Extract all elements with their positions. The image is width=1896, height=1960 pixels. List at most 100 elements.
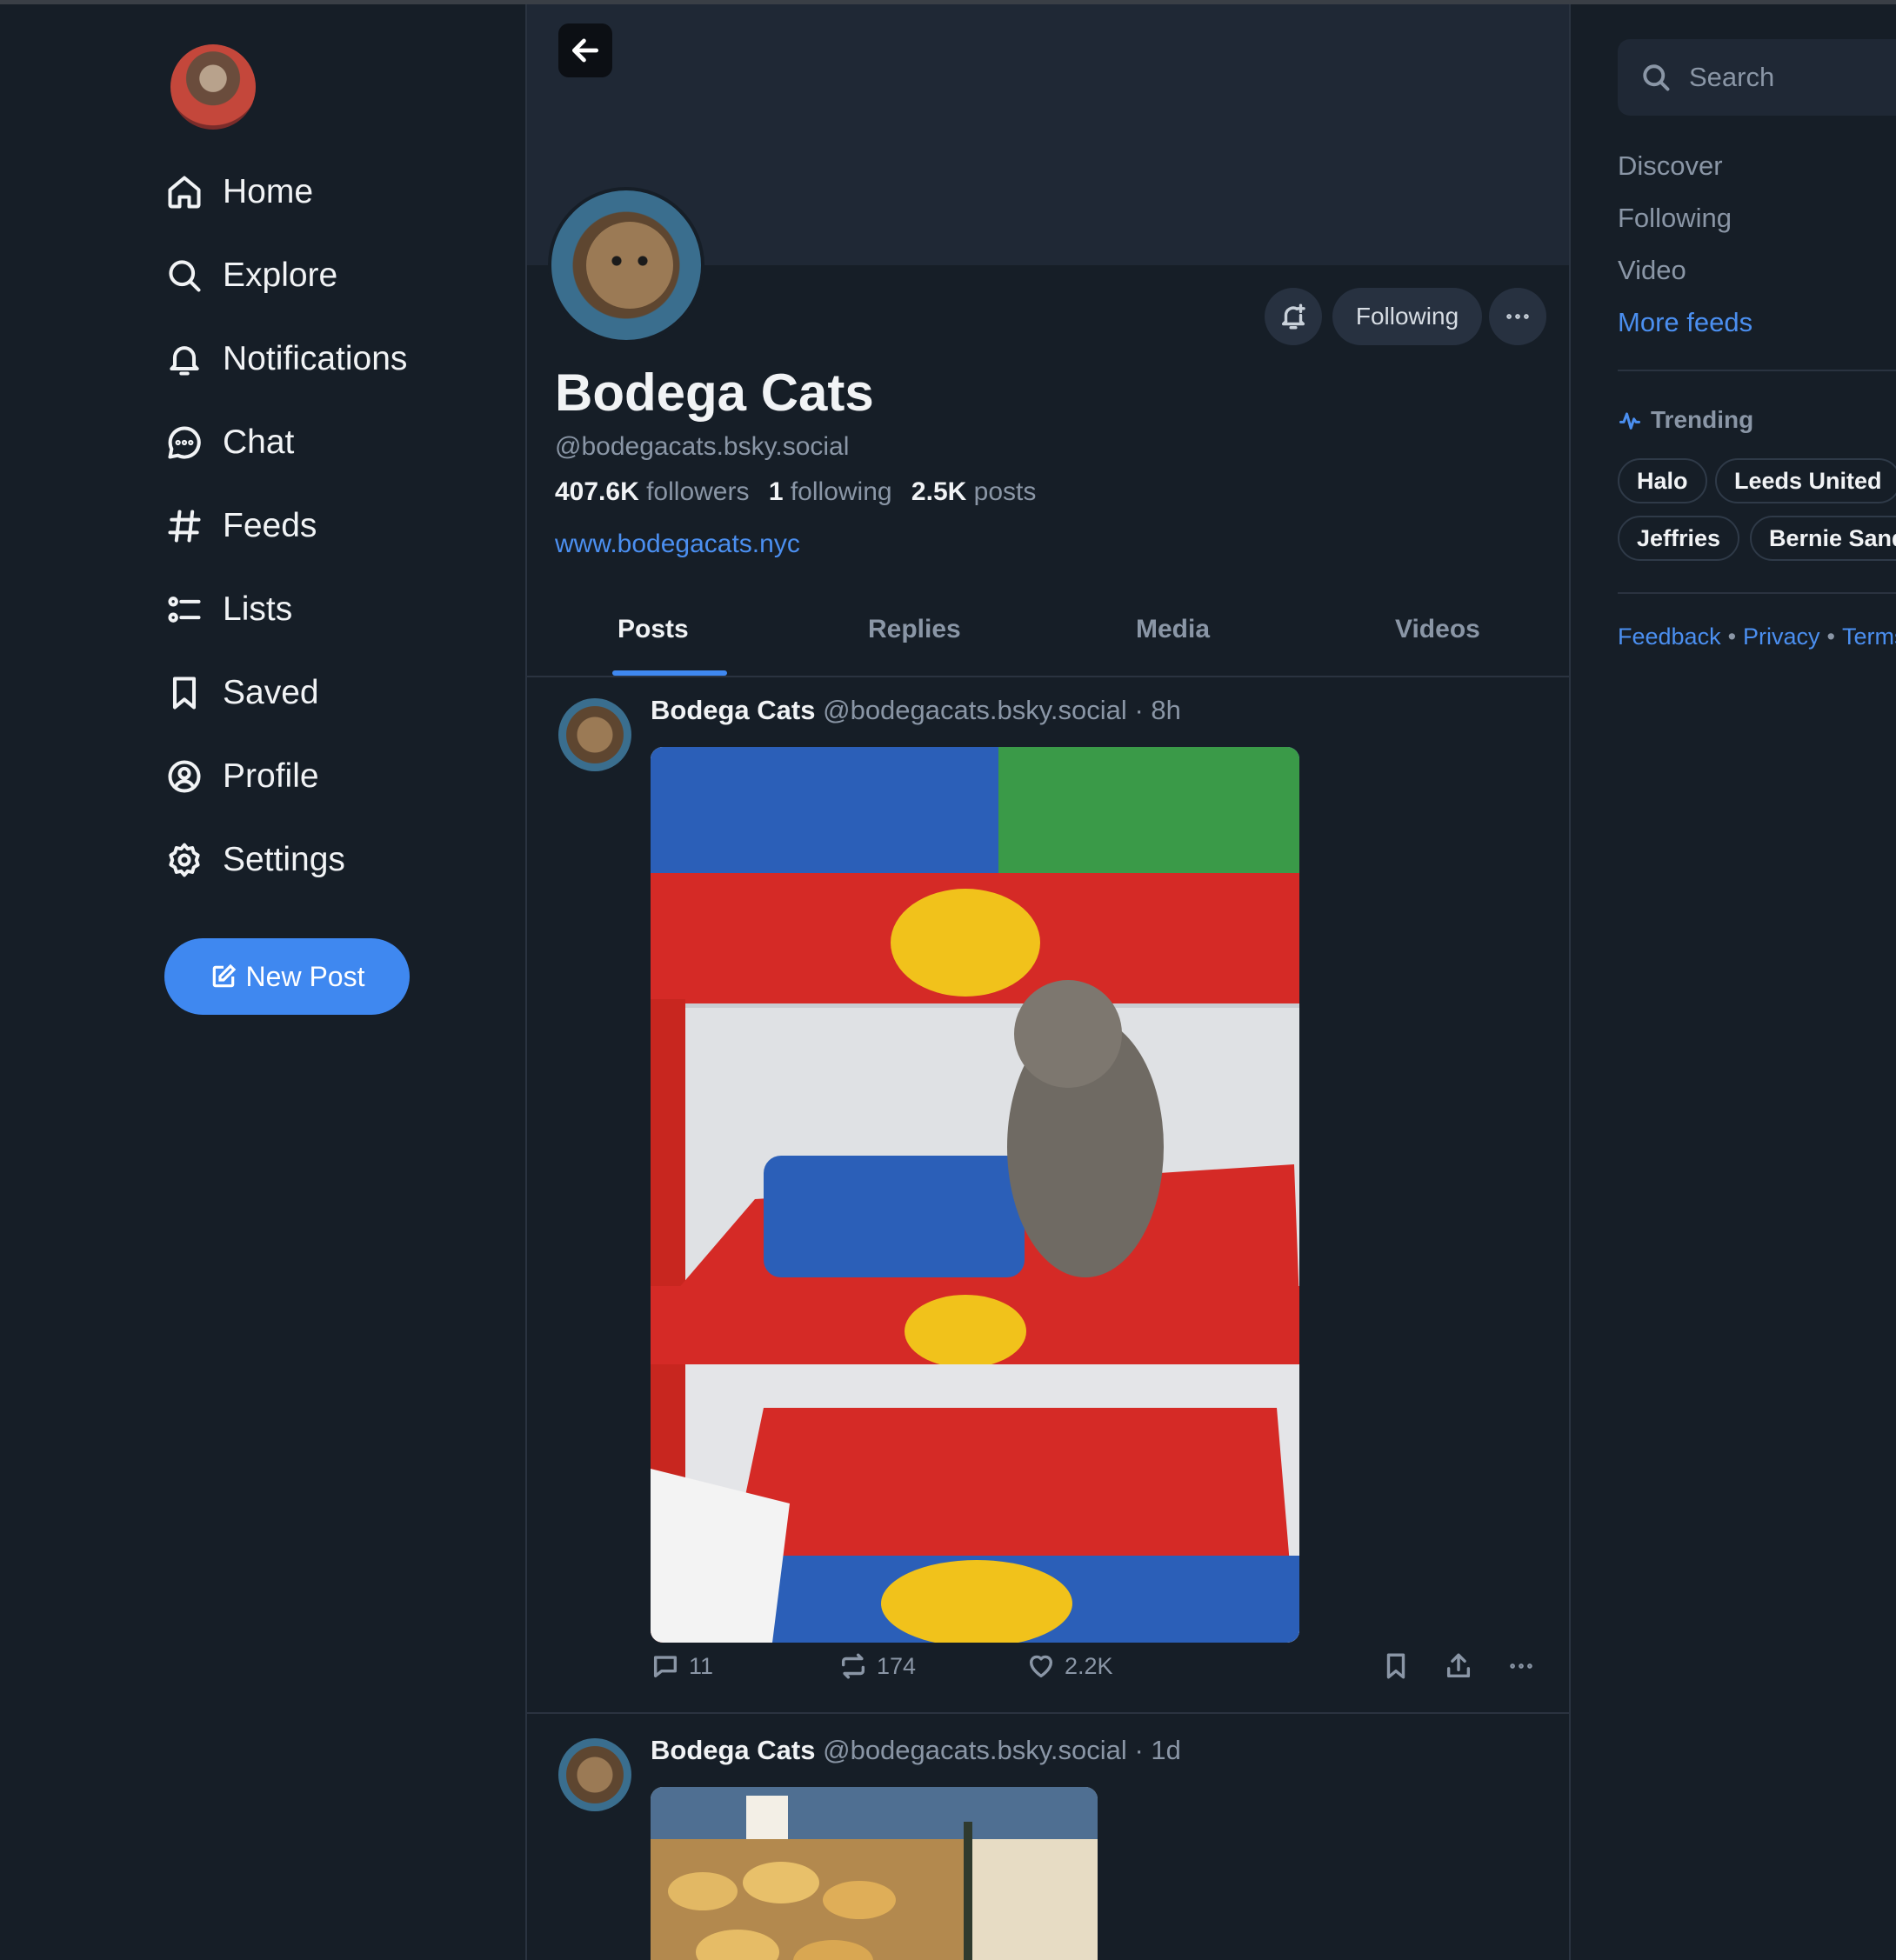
sidebar-item-label: Home — [223, 173, 314, 210]
current-user-avatar[interactable] — [170, 44, 256, 130]
post-more-button[interactable] — [1506, 1651, 1545, 1681]
post-author[interactable]: Bodega Cats — [651, 1735, 815, 1765]
search-icon — [1643, 64, 1670, 91]
tab-posts[interactable]: Posts — [618, 615, 689, 644]
list-icon — [168, 597, 201, 623]
sidebar-item-label: Feeds — [223, 507, 317, 544]
profile-more-button[interactable] — [1489, 288, 1546, 345]
following-button[interactable]: Following — [1332, 288, 1482, 345]
post-divider — [527, 1712, 1569, 1714]
arrow-left-icon — [571, 38, 599, 63]
more-feeds-link[interactable]: More feeds — [1618, 307, 1752, 338]
bell-plus-icon — [1281, 303, 1305, 330]
feed-link-following[interactable]: Following — [1618, 203, 1732, 234]
sidebar-item-saved[interactable]: Saved — [165, 663, 319, 723]
back-button[interactable] — [558, 23, 612, 77]
sidebar-item-feeds[interactable]: Feeds — [165, 496, 317, 557]
search-input[interactable]: Search — [1618, 39, 1896, 116]
sidebar-item-lists[interactable]: Lists — [165, 579, 292, 640]
new-post-button[interactable]: New Post — [164, 938, 410, 1015]
left-sidebar: Home Explore Notifications Chat Feeds Li… — [0, 4, 525, 1960]
feed-link-video[interactable]: Video — [1618, 255, 1686, 286]
sidebar-item-label: Notifications — [223, 340, 408, 377]
tab-replies[interactable]: Replies — [868, 615, 961, 644]
bookmark-icon — [172, 677, 197, 710]
share-button[interactable] — [1444, 1651, 1482, 1681]
sidebar-item-label: Settings — [223, 841, 345, 878]
cat-on-bread-shelf-image — [651, 747, 1299, 1643]
repost-count: 174 — [877, 1652, 917, 1679]
trending-topic[interactable]: Bernie Sanders — [1750, 516, 1896, 561]
reply-icon — [653, 1656, 678, 1678]
profile-name: Bodega Cats — [555, 363, 874, 422]
followers-stat[interactable]: 407.6K followers — [555, 477, 749, 506]
post-header: Bodega Cats @bodegacats.bsky.social · 1d — [651, 1735, 1181, 1766]
repost-button[interactable]: 174 — [838, 1651, 916, 1681]
home-icon — [168, 176, 201, 209]
search-placeholder: Search — [1689, 62, 1775, 92]
sidebar-item-profile[interactable]: Profile — [165, 746, 319, 807]
post-avatar[interactable] — [558, 698, 631, 771]
sidebar-item-chat[interactable]: Chat — [165, 412, 294, 473]
new-post-label: New Post — [245, 960, 365, 992]
profile-stats: 407.6K followers 1 following 2.5K posts — [555, 477, 1036, 507]
tab-media[interactable]: Media — [1136, 615, 1210, 644]
posts-stat: 2.5K posts — [911, 477, 1037, 506]
profile-tabs: Posts Replies Media Videos — [527, 590, 1569, 677]
like-button[interactable]: 2.2K — [1026, 1651, 1113, 1681]
post-author[interactable]: Bodega Cats — [651, 695, 815, 725]
right-sidebar: Search Discover Following Video More fee… — [1571, 4, 1896, 1960]
compose-icon — [212, 963, 236, 988]
notify-subscribe-button[interactable] — [1265, 288, 1322, 345]
search-icon — [169, 260, 201, 292]
post-actions: 11 174 2.2K — [651, 1651, 1555, 1695]
trending-icon — [1619, 412, 1641, 430]
post-header: Bodega Cats @bodegacats.bsky.social · 8h — [651, 695, 1181, 726]
post-image[interactable] — [651, 747, 1299, 1643]
gear-icon — [169, 843, 200, 877]
post-handle[interactable]: @bodegacats.bsky.social — [823, 695, 1127, 725]
sidebar-item-notifications[interactable]: Notifications — [165, 329, 407, 390]
more-horizontal-icon — [1510, 1663, 1532, 1669]
feed-link-discover[interactable]: Discover — [1618, 150, 1723, 182]
footer-links: Feedback•Privacy•Terms — [1618, 623, 1896, 650]
tab-videos[interactable]: Videos — [1395, 615, 1480, 644]
hash-icon — [168, 510, 201, 543]
post-time: · 8h — [1134, 695, 1181, 725]
reply-button[interactable]: 11 — [651, 1651, 713, 1681]
repost-icon — [841, 1653, 865, 1679]
avatar-photo — [586, 222, 673, 309]
profile-column: Following Bodega Cats @bodegacats.bsky.s… — [525, 4, 1571, 1960]
feedback-link[interactable]: Feedback — [1618, 623, 1721, 650]
sidebar-item-label: Explore — [223, 257, 338, 294]
post-time: · 1d — [1134, 1735, 1181, 1765]
reply-count: 11 — [689, 1652, 714, 1679]
privacy-link[interactable]: Privacy — [1743, 623, 1820, 650]
post-handle[interactable]: @bodegacats.bsky.social — [823, 1735, 1127, 1765]
trending-topic[interactable]: Leeds United — [1715, 458, 1896, 503]
share-icon — [1446, 1653, 1471, 1678]
post-avatar[interactable] — [558, 1738, 631, 1811]
active-tab-indicator — [612, 670, 727, 676]
bell-icon — [170, 346, 199, 376]
sidebar-item-label: Saved — [223, 674, 319, 711]
user-circle-icon — [168, 760, 201, 793]
following-stat[interactable]: 1 following — [769, 477, 892, 506]
sidebar-item-home[interactable]: Home — [165, 162, 313, 223]
right-divider — [1618, 592, 1896, 594]
profile-avatar[interactable] — [548, 187, 704, 343]
trending-topic[interactable]: Jeffries — [1618, 516, 1740, 561]
bookmark-icon — [1386, 1653, 1405, 1679]
like-count: 2.2K — [1065, 1652, 1113, 1679]
right-divider — [1618, 370, 1896, 371]
profile-website-link[interactable]: www.bodegacats.nyc — [555, 530, 800, 559]
sidebar-item-settings[interactable]: Settings — [165, 830, 345, 890]
profile-handle: @bodegacats.bsky.social — [555, 432, 850, 461]
post-image[interactable] — [651, 1787, 1098, 1960]
trending-topic[interactable]: Halo — [1618, 458, 1707, 503]
sidebar-item-label: Lists — [223, 590, 293, 628]
heart-icon — [1029, 1655, 1053, 1678]
sidebar-item-explore[interactable]: Explore — [165, 245, 337, 306]
bookmark-button[interactable] — [1381, 1651, 1419, 1681]
terms-link[interactable]: Terms — [1842, 623, 1896, 650]
